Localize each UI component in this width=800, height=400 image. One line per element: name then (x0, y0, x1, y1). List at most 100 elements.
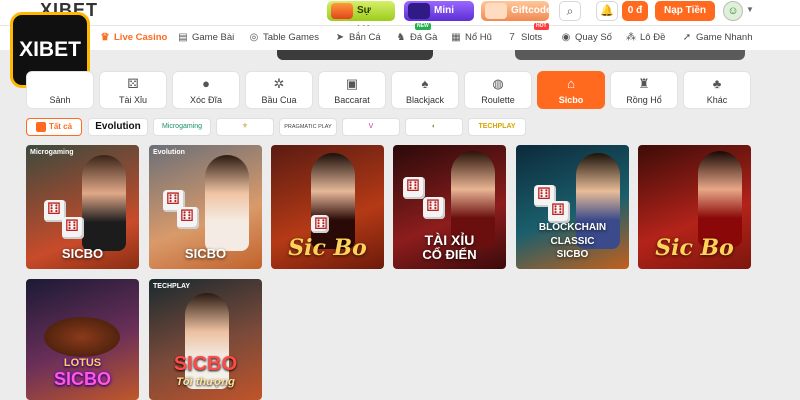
banner-image (277, 50, 433, 60)
game-title: BLOCKCHAIN CLASSIC SICBO (516, 220, 629, 261)
balance-display[interactable]: 0 đ (622, 1, 648, 21)
provider-pragmatic-play[interactable]: PRAGMATIC PLAY (279, 118, 337, 136)
nav-da-ga[interactable]: NEW ♞ Đá Gà (395, 23, 437, 50)
provider-badge: Evolution (153, 149, 185, 156)
provider-logo-icon: ⚜ (241, 123, 249, 130)
dragon-tiger-icon: ♜ (638, 76, 650, 91)
provider-microgaming[interactable]: Microgaming (153, 118, 211, 136)
top-bar: XIBET Sự kiện Mini Game Giftcode ⌕ 🔔 0 đ… (0, 0, 800, 36)
nav-label: Slots (521, 32, 543, 43)
chevron-down-icon[interactable]: ▼ (746, 5, 754, 14)
dice-icon (177, 206, 199, 229)
game-title: LOTUS SICBO (26, 357, 139, 390)
banner-image (515, 50, 745, 60)
category-label: Baccarat (334, 95, 370, 105)
deposit-button[interactable]: Nạp Tiền (655, 1, 715, 21)
dice-icon (62, 216, 84, 239)
crab-icon: ✲ (273, 76, 285, 91)
category-label: Bầu Cua (261, 95, 297, 105)
category-bau-cua[interactable]: ✲ Bầu Cua (245, 71, 313, 109)
game-title-main: SICBO (173, 353, 238, 375)
game-title: TÀI XỈU CỔ ĐIỂN (393, 232, 506, 261)
nav-game-bai[interactable]: ▤ Game Bài (177, 26, 234, 50)
category-rong-ho[interactable]: ♜ Rồng Hổ (610, 71, 678, 109)
game-subtitle: Tối thượng (176, 376, 235, 388)
category-label: Khác (706, 95, 728, 105)
category-sicbo[interactable]: ⌂ Sicbo (537, 71, 605, 109)
club-icon: ♣ (712, 76, 722, 91)
game-card[interactable]: Microgaming SICBO (26, 145, 139, 269)
discs-icon: ● (202, 76, 210, 91)
bell-icon: 🔔 (600, 5, 614, 17)
jar-icon: ▦ (451, 32, 461, 43)
fish-icon: ➤ (335, 32, 345, 43)
nav-lo-de[interactable]: ⁂ Lô Đề (625, 26, 665, 50)
nav-label: Game Bài (192, 32, 235, 43)
category-label: Sảnh (49, 95, 71, 105)
category-tai-xiu[interactable]: ⚄ Tài Xỉu (99, 71, 167, 109)
nav-label: Nổ Hũ (465, 32, 492, 43)
nav-ban-ca[interactable]: ➤ Bắn Cá (334, 26, 381, 50)
nav-table-games[interactable]: ◎ Table Games (248, 26, 319, 50)
search-button[interactable]: ⌕ (559, 1, 581, 21)
nav-label: Bắn Cá (349, 32, 381, 43)
game-card[interactable]: LOTUS SICBO (26, 279, 139, 400)
dice-icon: ⚄ (127, 76, 139, 91)
nav-slots[interactable]: HOT 7 Slots (506, 23, 549, 50)
nav-game-nhanh[interactable]: ➚ Game Nhanh (681, 26, 753, 50)
game-title: Sic Bo (288, 235, 367, 261)
provider-all[interactable]: Tất cả (26, 118, 82, 136)
baccarat-cards-icon: ▣ (345, 76, 359, 91)
game-title-main: BLOCKCHAIN CLASSIC (538, 222, 607, 247)
game-title: SICBO (184, 246, 227, 261)
giftcode-button[interactable]: Giftcode (481, 1, 552, 21)
blackjack-cards-icon: ♠ (421, 76, 429, 91)
rooster-icon: ♞ (396, 32, 406, 43)
provider-logo-3[interactable]: ◐ (405, 118, 463, 136)
nav-no-hu[interactable]: ▦ Nổ Hũ (450, 26, 492, 50)
table-icon: ◎ (249, 32, 259, 43)
category-label: Rồng Hổ (626, 95, 662, 105)
category-baccarat[interactable]: ▣ Baccarat (318, 71, 386, 109)
gift-icon (331, 3, 353, 19)
category-label: Roulette (481, 95, 515, 105)
game-subtitle: SICBO (53, 369, 111, 389)
nav-quay-so[interactable]: ◉ Quay Số (560, 26, 612, 50)
game-card[interactable]: TECHPLAY SICBO Tối thượng (149, 279, 262, 400)
game-title: Sic Bo (655, 235, 734, 261)
provider-techplay[interactable]: TECHPLAY (468, 118, 526, 136)
game-title-main: LOTUS (63, 357, 102, 369)
provider-evolution[interactable]: Evolution (88, 118, 148, 136)
nav-label: Quay Số (575, 32, 612, 43)
category-sanh[interactable]: Sảnh (26, 71, 94, 109)
category-xoc-dia[interactable]: ● Xóc Đĩa (172, 71, 240, 109)
category-khac[interactable]: ♣ Khác (683, 71, 751, 109)
search-icon: ⌕ (566, 4, 574, 18)
events-button[interactable]: Sự kiện (327, 1, 395, 36)
nav-label: Lô Đề (640, 32, 666, 43)
game-title: SICBO Tối thượng (149, 353, 262, 388)
game-card[interactable]: Evolution SICBO (149, 145, 262, 269)
category-roulette[interactable]: ◍ Roulette (464, 71, 532, 109)
provider-logo-2[interactable]: V (342, 118, 400, 136)
category-label: Tài Xỉu (118, 95, 147, 105)
provider-logo-icon: ◐ (431, 123, 437, 130)
giftcode-label: Giftcode (511, 5, 552, 16)
game-title-main: TÀI XỈU (424, 232, 475, 248)
game-card[interactable]: Sic Bo (271, 145, 384, 269)
nav-label: Live Casino (114, 32, 168, 43)
mini-game-button[interactable]: Mini Game (404, 1, 474, 36)
avatar[interactable]: ☺ (723, 1, 743, 21)
slots-icon: 7 (509, 32, 515, 43)
category-blackjack[interactable]: ♠ Blackjack (391, 71, 459, 109)
dealer-image (205, 155, 249, 251)
provider-logo-1[interactable]: ⚜ (216, 118, 274, 136)
nav-live-casino[interactable]: ♛ Live Casino (99, 26, 168, 50)
dice-icon (423, 196, 445, 219)
dice-shaker-image (44, 317, 120, 357)
banner-strip (0, 50, 800, 64)
notification-button[interactable]: 🔔 (596, 1, 618, 21)
game-card[interactable]: Sic Bo (638, 145, 751, 269)
game-card[interactable]: TÀI XỈUCỔ ĐIỂN (393, 145, 506, 269)
game-card[interactable]: BLOCKCHAIN CLASSIC SICBO (516, 145, 629, 269)
